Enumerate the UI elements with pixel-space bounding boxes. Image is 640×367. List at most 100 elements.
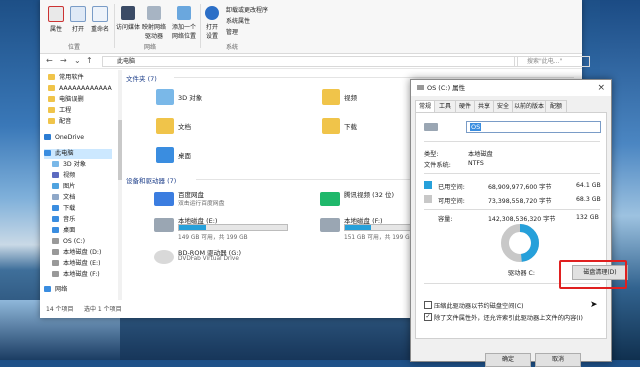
properties-button[interactable]: 属性 — [44, 6, 68, 33]
sidebar-item[interactable]: OneDrive — [44, 133, 84, 143]
ok-button[interactable]: 确定 — [485, 353, 531, 367]
rename-button[interactable]: 重命名 — [88, 6, 112, 33]
ribbon: 属性 打开 重命名 访问媒体 映射网络 驱动器 添加一个 网络位置 打开 设置 … — [40, 0, 582, 54]
sidebar-item[interactable]: 视频 — [52, 171, 75, 181]
sidebar-item-icon — [52, 249, 59, 255]
sidebar-item[interactable]: 下载 — [52, 204, 75, 214]
folders-section-header[interactable]: 文件夹 (7) — [126, 73, 157, 83]
recent-chevron-icon[interactable]: ⌄ — [74, 56, 81, 65]
drives-section-header[interactable]: 设备和驱动器 (7) — [126, 175, 176, 185]
map-network-drive-button[interactable]: 映射网络 驱动器 — [140, 6, 168, 40]
system-properties-link[interactable]: 系统属性 — [226, 17, 250, 26]
properties-icon — [48, 6, 64, 22]
drive-name-input[interactable]: OS — [466, 121, 601, 133]
close-icon[interactable]: × — [597, 80, 605, 96]
sidebar-item[interactable]: 配音 — [48, 117, 71, 127]
sidebar-item-icon — [52, 194, 59, 200]
sidebar-item[interactable]: 桌面 — [52, 226, 75, 236]
sidebar-item-icon — [52, 227, 59, 233]
forward-arrow-icon[interactable]: → — [60, 56, 67, 65]
back-arrow-icon[interactable]: ← — [46, 56, 53, 65]
sidebar-item[interactable]: 3D 对象 — [52, 160, 86, 170]
sidebar-item[interactable]: 音乐 — [52, 215, 75, 225]
capacity-bytes: 142,308,536,320 字节 — [488, 216, 556, 223]
sidebar-item[interactable]: 此电脑 — [44, 149, 112, 159]
dialog-title: OS (C:) 属性 — [427, 84, 466, 92]
type-value: 本地磁盘 — [468, 151, 493, 158]
index-checkbox[interactable]: ✓ — [424, 313, 432, 321]
sidebar-item[interactable]: 图片 — [52, 182, 75, 192]
drive-bd-rom[interactable]: BD-ROM 驱动器 (G:) DVDFab Virtual Drive — [154, 247, 294, 275]
general-tab-panel: OS 类型: 本地磁盘 文件系统: NTFS 已用空间: 68,909,977,… — [415, 112, 628, 339]
group-label-network: 网络 — [144, 44, 157, 51]
open-settings-button[interactable]: 打开 设置 — [200, 6, 224, 40]
sidebar-item[interactable]: 本地磁盘 (F:) — [52, 270, 100, 280]
capacity-label: 容量: — [438, 216, 453, 223]
folder-icon — [322, 118, 340, 134]
item-count: 14 个项目 — [46, 306, 74, 313]
media-icon — [121, 6, 135, 20]
access-media-button[interactable]: 访问媒体 — [116, 6, 140, 31]
tab-3[interactable]: 共享 — [474, 100, 494, 112]
sidebar-item-label: 下载 — [63, 205, 76, 212]
tab-2[interactable]: 硬件 — [455, 100, 475, 112]
sidebar-item-icon — [52, 172, 59, 178]
sidebar-item[interactable]: 文档 — [52, 193, 75, 203]
manage-link[interactable]: 管理 — [226, 28, 238, 37]
sidebar-item[interactable]: OS (C:) — [52, 237, 85, 247]
used-space-swatch — [424, 181, 432, 189]
compress-label: 压缩此驱动器以节约磁盘空间(C) — [434, 303, 524, 310]
network-location-icon — [177, 6, 191, 20]
sidebar-item-icon — [44, 134, 51, 140]
sidebar-item[interactable]: 本地磁盘 (D:) — [52, 248, 101, 258]
tab-4[interactable]: 安全 — [493, 100, 513, 112]
sidebar-item[interactable]: 网络 — [44, 285, 67, 295]
drive-e[interactable]: 本地磁盘 (E:) 149 GB 可用，共 199 GB — [154, 215, 294, 243]
scrollbar-thumb[interactable] — [118, 120, 122, 180]
search-input[interactable]: 搜索"此电..." — [514, 56, 590, 67]
sidebar-item-icon — [52, 271, 59, 277]
add-network-location-button[interactable]: 添加一个 网络位置 — [170, 6, 198, 40]
sidebar-item-icon — [52, 216, 59, 222]
used-space-gb: 64.1 GB — [576, 182, 601, 189]
cancel-button[interactable]: 取消 — [535, 353, 581, 367]
tab-6[interactable]: 配额 — [545, 100, 567, 112]
address-input[interactable]: 此电脑 — [102, 56, 518, 67]
divider — [424, 141, 600, 142]
up-arrow-icon[interactable]: ↑ — [86, 56, 93, 65]
disk-icon — [320, 218, 340, 232]
sidebar-item-icon — [52, 205, 59, 211]
baidu-icon — [154, 192, 174, 206]
uninstall-program-link[interactable]: 卸载或更改程序 — [226, 6, 268, 15]
group-label-system: 系统 — [226, 44, 239, 51]
navigation-scrollbar[interactable] — [118, 70, 122, 300]
sidebar-item[interactable]: 工程 — [48, 106, 71, 116]
sidebar-item-icon — [48, 107, 55, 113]
sidebar-item-label: OS (C:) — [63, 238, 85, 245]
drive-baidu[interactable]: 百度网盘 双击运行百度网盘 — [154, 189, 294, 217]
compress-checkbox[interactable] — [424, 301, 432, 309]
sidebar-item[interactable]: AAAAAAAAAAAA — [48, 84, 112, 94]
dialog-title-bar[interactable]: OS (C:) 属性 × — [411, 80, 611, 96]
sidebar-item-label: 网络 — [55, 286, 68, 293]
sidebar-item[interactable]: 电脑误删 — [48, 95, 84, 105]
rename-icon — [92, 6, 108, 22]
usage-bar — [178, 224, 288, 231]
filesystem-label: 文件系统: — [424, 162, 451, 169]
folder-icon — [156, 147, 174, 163]
sidebar-item-label: 图片 — [63, 183, 76, 190]
filesystem-value: NTFS — [468, 160, 484, 167]
tab-1[interactable]: 工具 — [434, 100, 456, 112]
open-button[interactable]: 打开 — [66, 6, 90, 33]
sidebar-item[interactable]: 本地磁盘 (E:) — [52, 259, 101, 269]
tencent-video-icon — [320, 192, 340, 206]
index-label: 除了文件属性外，还允许索引此驱动器上文件的内容(I) — [434, 315, 583, 322]
sidebar-item-icon — [44, 150, 51, 156]
sidebar-item[interactable]: 常用软件 — [48, 73, 84, 83]
tab-5[interactable]: 以前的版本 — [512, 100, 546, 112]
free-space-label: 可用空间: — [438, 198, 465, 205]
used-space-bytes: 68,909,977,600 字节 — [488, 184, 552, 191]
sidebar-item-label: 文档 — [63, 194, 76, 201]
drive-letter-label: 驱动器 C: — [508, 270, 535, 277]
folder-icon — [156, 89, 174, 105]
